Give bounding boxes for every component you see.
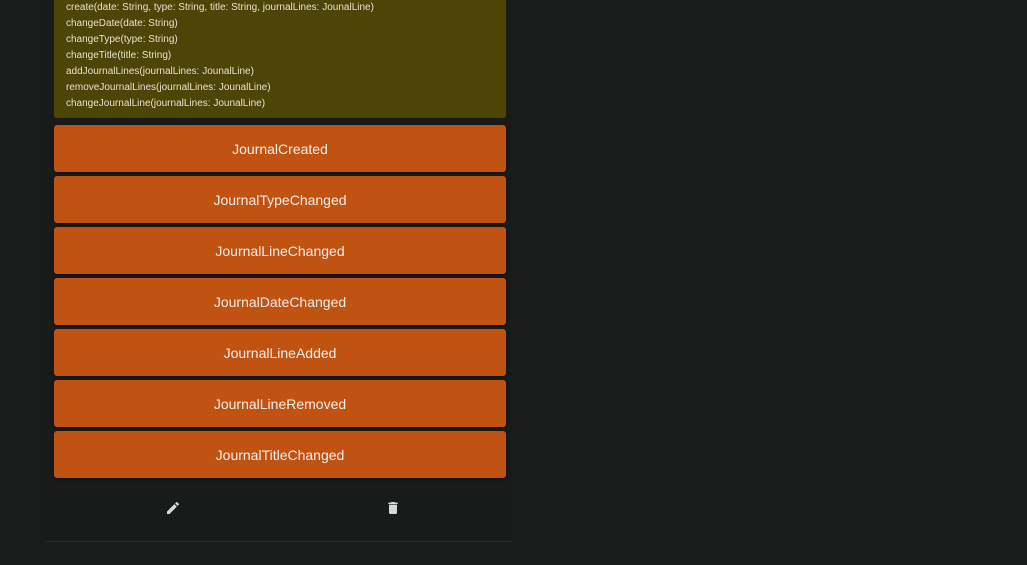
delete-button[interactable]: [375, 490, 411, 526]
edit-button[interactable]: [155, 490, 191, 526]
event-journal-line-removed[interactable]: JournalLineRemoved: [54, 380, 506, 427]
page: create(date: String, type: String, title…: [0, 0, 1027, 565]
command-change-date: changeDate(date: String): [66, 18, 178, 29]
pencil-icon: [167, 501, 180, 514]
event-journal-created[interactable]: JournalCreated: [54, 125, 506, 172]
card-actions: [54, 490, 506, 526]
command-change-type: changeType(type: String): [66, 34, 178, 45]
command-change-title: changeTitle(title: String): [66, 50, 172, 61]
command-add-journal-lines: addJournalLines(journalLines: JounalLine…: [66, 66, 254, 77]
event-journal-type-changed[interactable]: JournalTypeChanged: [54, 176, 506, 223]
command-change-journal-line: changeJournalLine(journalLines: JounalLi…: [66, 98, 266, 109]
command-remove-journal-lines: removeJournalLines(journalLines: JounalL…: [66, 82, 271, 93]
event-journal-date-changed[interactable]: JournalDateChanged: [54, 278, 506, 325]
trash-icon: [388, 502, 398, 514]
command-create: create(date: String, type: String, title…: [66, 2, 374, 13]
event-journal-line-changed[interactable]: JournalLineChanged: [54, 227, 506, 274]
event-journal-title-changed[interactable]: JournalTitleChanged: [54, 431, 506, 478]
aggregate-commands-box: create(date: String, type: String, title…: [54, 0, 506, 118]
event-journal-line-added[interactable]: JournalLineAdded: [54, 329, 506, 376]
